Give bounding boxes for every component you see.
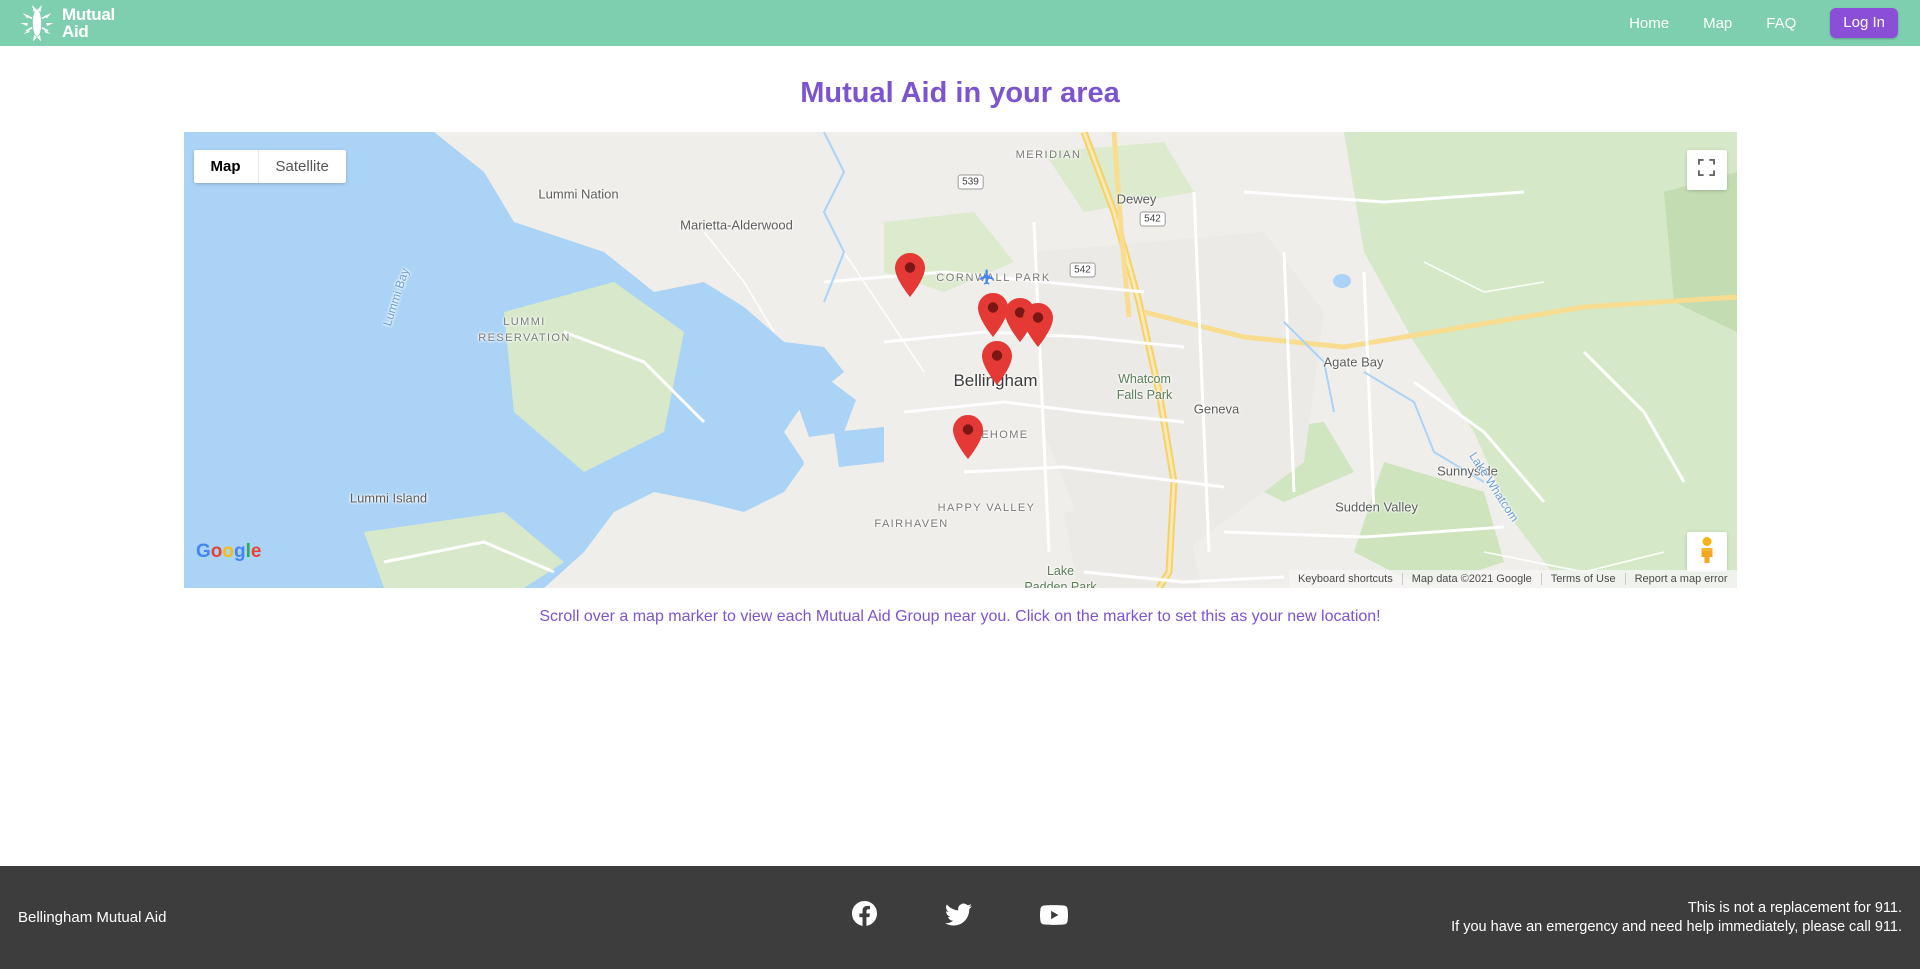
disclaimer-line-2: If you have an emergency and need help i… (1451, 918, 1902, 935)
map-attribution-bar: Keyboard shortcuts Map data ©2021 Google… (1288, 570, 1737, 588)
twitter-icon[interactable] (945, 901, 972, 934)
map-container[interactable]: Lummi Nation Marietta-Alderwood MERIDIAN De… (183, 132, 1737, 588)
brand-name: Mutual Aid (62, 6, 115, 40)
map-hint-text: Scroll over a map marker to view each Mu… (539, 608, 1381, 625)
map-type-satellite[interactable]: Satellite (257, 150, 346, 183)
street-view-button[interactable] (1686, 532, 1727, 572)
report-map-error-link[interactable]: Report a map error (1624, 573, 1737, 585)
map-type-control[interactable]: Map Satellite (193, 150, 346, 183)
facebook-icon[interactable] (852, 901, 877, 934)
keyboard-shortcuts-link[interactable]: Keyboard shortcuts (1289, 573, 1402, 585)
map-marker[interactable] (952, 415, 983, 459)
nav-links: Home Map FAQ Log In (1629, 8, 1898, 38)
map-type-map[interactable]: Map (194, 150, 258, 183)
page-footer: Bellingham Mutual Aid This is not a repl… (0, 866, 1920, 969)
map-marker[interactable] (977, 293, 1008, 337)
nav-link-faq[interactable]: FAQ (1766, 15, 1796, 32)
map-data-credit: Map data ©2021 Google (1401, 573, 1541, 585)
brand-logo[interactable]: Mutual Aid (20, 4, 115, 42)
map-marker[interactable] (894, 253, 925, 297)
snowflake-logo-icon (20, 4, 54, 42)
terms-of-use-link[interactable]: Terms of Use (1540, 573, 1625, 585)
youtube-icon[interactable] (1039, 901, 1069, 934)
footer-disclaimer: This is not a replacement for 911. If yo… (1451, 899, 1902, 937)
nav-link-home[interactable]: Home (1629, 15, 1669, 32)
login-button[interactable]: Log In (1830, 8, 1898, 38)
google-logo: Google (196, 540, 262, 562)
page-title: Mutual Aid in your area (800, 77, 1120, 109)
map-marker[interactable] (981, 341, 1012, 385)
nav-link-map[interactable]: Map (1703, 15, 1732, 32)
map-markers[interactable] (184, 132, 1737, 588)
svg-text:Google: Google (196, 541, 261, 562)
brand-line-2: Aid (62, 22, 89, 41)
street-view-pegman-icon (1695, 536, 1719, 569)
footer-org-name: Bellingham Mutual Aid (18, 909, 167, 926)
fullscreen-icon (1698, 159, 1715, 181)
disclaimer-line-1: This is not a replacement for 911. (1687, 899, 1902, 916)
google-wordmark-icon: Google (196, 541, 261, 562)
top-navbar: Mutual Aid Home Map FAQ Log In (0, 0, 1920, 46)
map-marker[interactable] (1022, 303, 1053, 347)
fullscreen-button[interactable] (1686, 150, 1727, 190)
